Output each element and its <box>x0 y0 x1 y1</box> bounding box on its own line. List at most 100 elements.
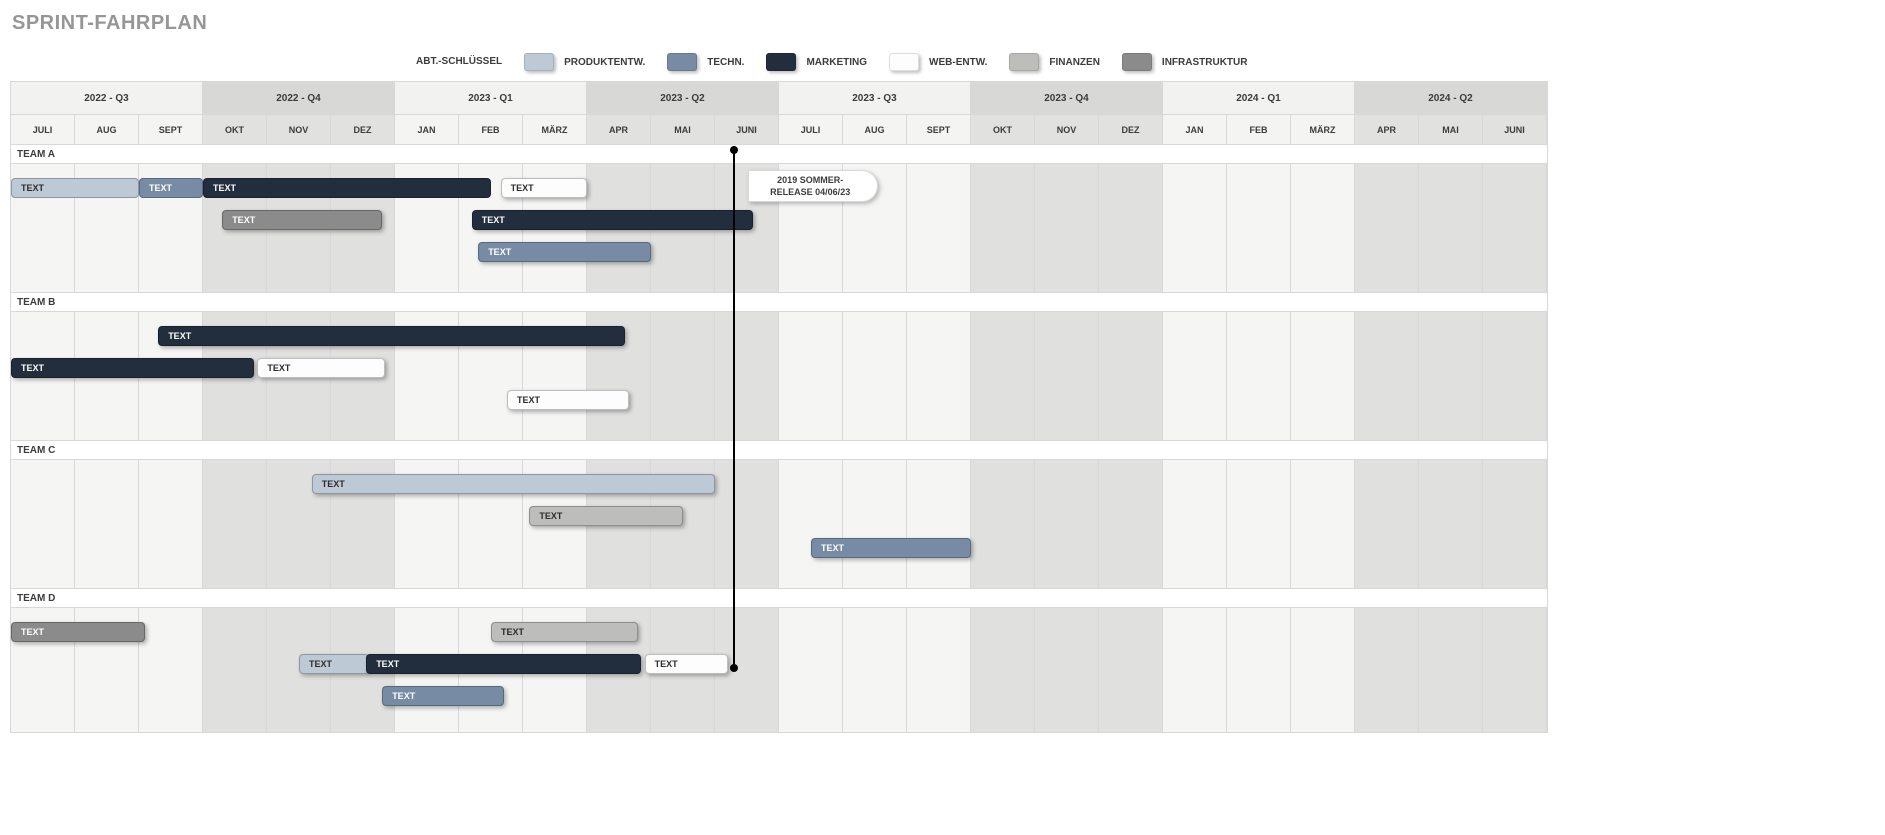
bg-col <box>11 460 75 588</box>
month-cell: FEB <box>459 115 523 144</box>
task-bar-prod[interactable]: TEXT <box>299 654 369 674</box>
task-bar-prod[interactable]: TEXT <box>11 178 139 198</box>
month-cell: AUG <box>843 115 907 144</box>
month-cell: MÄRZ <box>1291 115 1355 144</box>
legend-label: PRODUKTENTW. <box>564 57 645 68</box>
task-bar-fin[interactable]: TEXT <box>491 622 638 642</box>
legend-swatch <box>1122 53 1152 71</box>
task-bar-mkt[interactable]: TEXT <box>366 654 641 674</box>
bg-col <box>907 608 971 732</box>
month-cell: MAI <box>1419 115 1483 144</box>
bg-col <box>1291 460 1355 588</box>
month-cell: JAN <box>1163 115 1227 144</box>
task-bar-web[interactable]: TEXT <box>257 358 385 378</box>
bg-col <box>1355 608 1419 732</box>
month-cell: APR <box>1355 115 1419 144</box>
gantt-chart: 2022 - Q32022 - Q42023 - Q12023 - Q22023… <box>10 81 1548 733</box>
bg-col <box>1355 460 1419 588</box>
bg-col <box>1419 460 1483 588</box>
bg-col <box>907 164 971 292</box>
month-cell: MÄRZ <box>523 115 587 144</box>
legend-swatch <box>667 53 697 71</box>
bg-col <box>1483 460 1547 588</box>
teams-container: TEAM ATEXTTEXTTEXTTEXTTEXTTEXTTEXTTEAM B… <box>11 144 1547 732</box>
task-bar-tech[interactable]: TEXT <box>811 538 971 558</box>
task-bar-web[interactable]: TEXT <box>501 178 587 198</box>
month-cell: JULI <box>11 115 75 144</box>
quarter-cell: 2023 - Q1 <box>395 82 587 114</box>
bg-col <box>1291 608 1355 732</box>
bg-col <box>1291 312 1355 440</box>
month-header-row: JULIAUGSEPTOKTNOVDEZJANFEBMÄRZAPRMAIJUNI… <box>11 114 1547 144</box>
month-cell: JUNI <box>715 115 779 144</box>
bg-col <box>1355 312 1419 440</box>
bg-col <box>971 312 1035 440</box>
bg-col <box>651 312 715 440</box>
legend-item-prod: PRODUKTENTW. <box>524 53 645 71</box>
task-bar-infra[interactable]: TEXT <box>11 622 145 642</box>
month-cell: NOV <box>267 115 331 144</box>
bg-col <box>971 460 1035 588</box>
quarter-cell: 2024 - Q1 <box>1163 82 1355 114</box>
bg-col <box>715 460 779 588</box>
legend-swatch <box>889 53 919 71</box>
bg-col <box>1483 312 1547 440</box>
legend-item-web: WEB-ENTW. <box>889 53 987 71</box>
quarter-cell: 2023 - Q3 <box>779 82 971 114</box>
milestone-dot-bottom <box>730 664 738 672</box>
bg-col <box>1291 164 1355 292</box>
milestone-line <box>733 150 735 668</box>
month-cell: SEPT <box>139 115 203 144</box>
task-bar-fin[interactable]: TEXT <box>529 506 683 526</box>
bg-col <box>779 312 843 440</box>
quarter-cell: 2022 - Q3 <box>11 82 203 114</box>
team-lane: TEXTTEXTTEXTTEXT <box>11 312 1547 440</box>
bg-col <box>1099 460 1163 588</box>
team-header: TEAM D <box>11 588 1547 608</box>
bg-col <box>1163 312 1227 440</box>
bg-col <box>1163 460 1227 588</box>
bg-col <box>203 460 267 588</box>
bg-col <box>139 460 203 588</box>
month-cell: OKT <box>971 115 1035 144</box>
month-cell: JUNI <box>1483 115 1547 144</box>
bg-col <box>1419 164 1483 292</box>
bg-col <box>715 312 779 440</box>
bg-col <box>1035 164 1099 292</box>
month-cell: AUG <box>75 115 139 144</box>
task-bar-tech[interactable]: TEXT <box>478 242 651 262</box>
task-bar-mkt[interactable]: TEXT <box>158 326 625 346</box>
bg-col <box>843 460 907 588</box>
team-lane: TEXTTEXTTEXTTEXTTEXTTEXT <box>11 608 1547 732</box>
legend-item-fin: FINANZEN <box>1009 53 1100 71</box>
bg-col <box>907 312 971 440</box>
task-bar-web[interactable]: TEXT <box>507 390 629 410</box>
task-bar-infra[interactable]: TEXT <box>222 210 382 230</box>
task-bar-mkt[interactable]: TEXT <box>11 358 254 378</box>
legend-label: FINANZEN <box>1049 57 1100 68</box>
legend-label: TECHN. <box>707 57 744 68</box>
task-bar-tech[interactable]: TEXT <box>139 178 203 198</box>
bg-col <box>1227 460 1291 588</box>
bg-col <box>203 608 267 732</box>
bg-col <box>1163 164 1227 292</box>
task-bar-prod[interactable]: TEXT <box>312 474 715 494</box>
quarter-cell: 2023 - Q4 <box>971 82 1163 114</box>
bg-col <box>779 608 843 732</box>
legend-swatch <box>1009 53 1039 71</box>
legend-title: ABT.-SCHLÜSSEL <box>416 56 502 68</box>
quarter-header-row: 2022 - Q32022 - Q42023 - Q12023 - Q22023… <box>11 82 1547 114</box>
bg-col <box>1419 312 1483 440</box>
task-bar-web[interactable]: TEXT <box>645 654 728 674</box>
legend-swatch <box>524 53 554 71</box>
task-bar-tech[interactable]: TEXT <box>382 686 504 706</box>
bg-col <box>843 312 907 440</box>
legend-item-infra: INFRASTRUKTUR <box>1122 53 1248 71</box>
bg-col <box>1355 164 1419 292</box>
task-bar-mkt[interactable]: TEXT <box>203 178 491 198</box>
bg-col <box>1099 608 1163 732</box>
bg-col <box>1099 164 1163 292</box>
milestone-bubble: 2019 SOMMER-RELEASE 04/06/23 <box>748 170 878 202</box>
legend-swatch <box>766 53 796 71</box>
task-bar-mkt[interactable]: TEXT <box>472 210 754 230</box>
